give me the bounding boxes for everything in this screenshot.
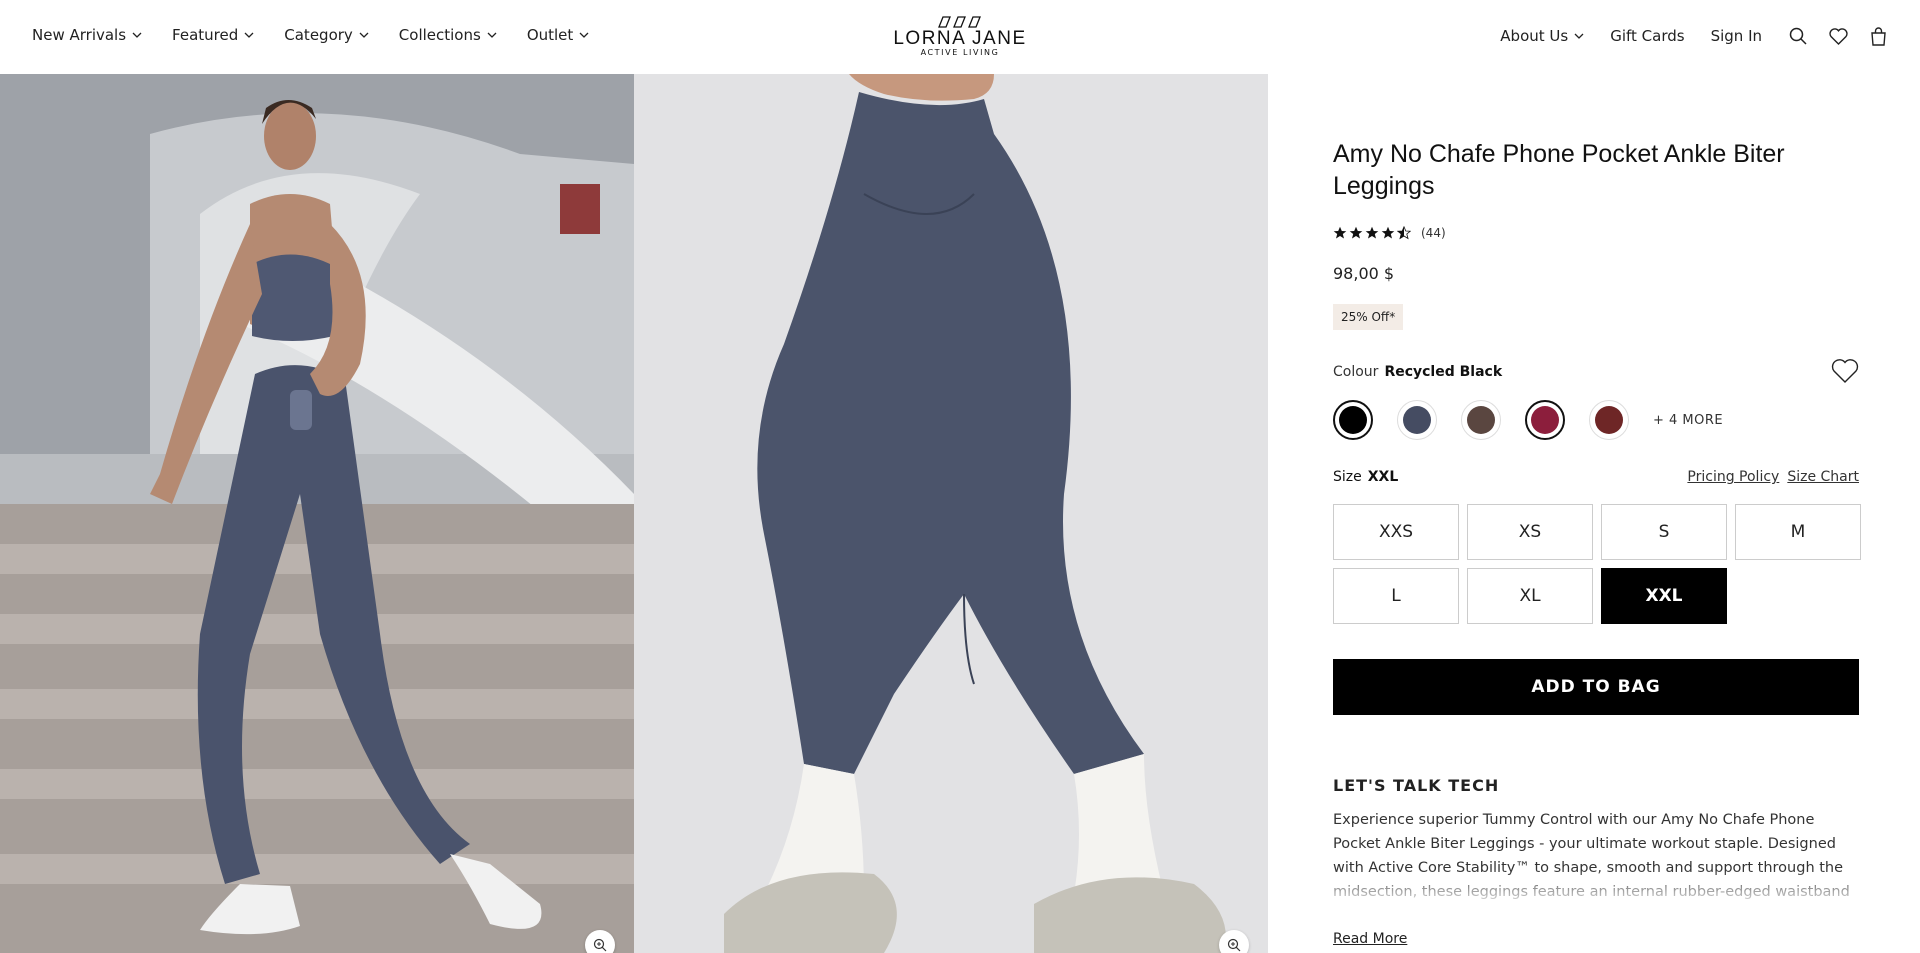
size-chart-link[interactable]: Size Chart <box>1787 469 1859 485</box>
colour-selection: Colour Recycled Black <box>1333 359 1859 383</box>
zoom-icon[interactable] <box>1219 930 1249 953</box>
size-option-xxs[interactable]: XXS <box>1333 504 1459 560</box>
star-half-icon <box>1397 226 1411 240</box>
size-label: Size <box>1333 469 1362 485</box>
logo-mark-icon <box>938 16 981 28</box>
swatch-color <box>1339 406 1367 434</box>
size-option-xl[interactable]: XL <box>1467 568 1593 624</box>
colour-label: Colour <box>1333 364 1379 380</box>
size-option-l[interactable]: L <box>1333 568 1459 624</box>
chevron-down-icon <box>132 32 142 38</box>
swatch-slate[interactable] <box>1397 400 1437 440</box>
discount-badge: 25% Off* <box>1333 304 1404 330</box>
nav-outlet[interactable]: Outlet <box>527 26 589 44</box>
product-title: Amy No Chafe Phone Pocket Ankle Biter Le… <box>1333 140 1785 200</box>
nav-label: Collections <box>398 26 481 44</box>
nav-label: Outlet <box>526 26 574 44</box>
nav-category[interactable]: Category <box>284 26 369 44</box>
rating-stars <box>1333 226 1411 240</box>
logo-brand-text: LORNA JANE <box>893 28 1027 49</box>
product-image-studio[interactable] <box>634 74 1268 953</box>
read-more-link[interactable]: Read More <box>1333 931 1407 947</box>
swatch-brown[interactable] <box>1461 400 1501 440</box>
nav-collections[interactable]: Collections <box>399 26 497 44</box>
swatch-color <box>1531 406 1559 434</box>
chevron-down-icon <box>244 32 254 38</box>
star-icon <box>1349 226 1363 239</box>
size-options: XXS XS S M L XL XXL <box>1333 504 1861 624</box>
nav-sign-in[interactable]: Sign In <box>1711 27 1762 45</box>
site-header: New Arrivals Featured Category Collectio… <box>0 0 1920 74</box>
rating-count: (44) <box>1421 226 1446 240</box>
heart-icon[interactable] <box>1828 26 1848 46</box>
size-option-xxl[interactable]: XXL <box>1601 568 1727 624</box>
tech-section-title: LET'S TALK TECH <box>1333 776 1500 795</box>
colour-value: Recycled Black <box>1384 364 1503 380</box>
nav-gift-cards[interactable]: Gift Cards <box>1610 27 1684 45</box>
secondary-nav: About Us Gift Cards Sign In <box>1500 26 1888 46</box>
product-gallery <box>0 74 1268 953</box>
chevron-down-icon <box>579 32 589 38</box>
nav-label: Category <box>284 26 353 44</box>
star-icon <box>1365 226 1379 239</box>
nav-label: Featured <box>172 26 239 44</box>
size-option-xs[interactable]: XS <box>1467 504 1593 560</box>
primary-nav: New Arrivals Featured Category Collectio… <box>32 26 619 44</box>
zoom-icon[interactable] <box>585 930 615 953</box>
description-fade <box>1333 869 1859 909</box>
chevron-down-icon <box>1574 33 1584 39</box>
nav-label: About Us <box>1500 27 1569 45</box>
size-selection: Size XXL Pricing Policy Size Chart <box>1333 469 1859 485</box>
swatch-rust[interactable] <box>1589 400 1629 440</box>
nav-featured[interactable]: Featured <box>172 26 254 44</box>
nav-new-arrivals[interactable]: New Arrivals <box>32 26 142 44</box>
logo-tagline: ACTIVE LIVING <box>920 48 1000 57</box>
swatch-color <box>1595 406 1623 434</box>
swatch-berry[interactable] <box>1525 400 1565 440</box>
swatch-recycled-black[interactable] <box>1333 400 1373 440</box>
size-option-m[interactable]: M <box>1735 504 1861 560</box>
product-image-lifestyle[interactable] <box>0 74 634 953</box>
chevron-down-icon <box>359 32 369 38</box>
wishlist-heart-icon[interactable] <box>1831 358 1859 386</box>
more-colours-link[interactable]: + 4 MORE <box>1653 413 1723 428</box>
product-price: 98,00 $ <box>1333 264 1395 283</box>
swatch-color <box>1467 406 1495 434</box>
nav-label: Sign In <box>1710 27 1762 45</box>
nav-label: Gift Cards <box>1610 27 1685 45</box>
chevron-down-icon <box>487 32 497 38</box>
nav-about-us[interactable]: About Us <box>1500 27 1584 45</box>
bag-icon[interactable] <box>1868 26 1888 46</box>
brand-logo[interactable]: LORNA JANE ACTIVE LIVING <box>884 16 1036 57</box>
colour-swatches: + 4 MORE <box>1333 400 1723 440</box>
size-links: Pricing Policy Size Chart <box>1687 469 1859 485</box>
star-icon <box>1333 226 1347 239</box>
pricing-policy-link[interactable]: Pricing Policy <box>1687 469 1779 485</box>
size-value: XXL <box>1367 469 1399 485</box>
search-icon[interactable] <box>1788 26 1808 46</box>
add-to-bag-button[interactable]: ADD TO BAG <box>1333 659 1859 715</box>
swatch-color <box>1403 406 1431 434</box>
product-rating[interactable]: (44) <box>1333 226 1446 240</box>
nav-label: New Arrivals <box>32 26 127 44</box>
star-icon <box>1381 226 1395 239</box>
size-option-s[interactable]: S <box>1601 504 1727 560</box>
